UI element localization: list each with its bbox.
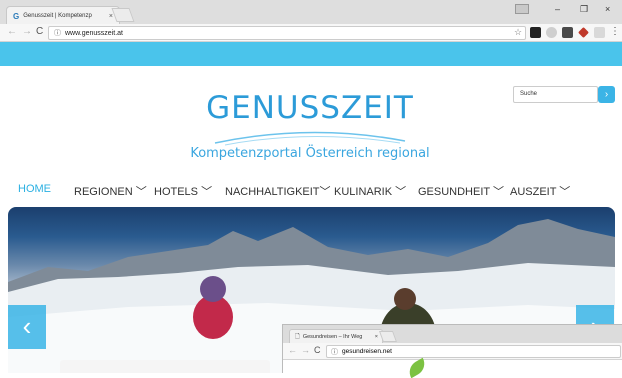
tab-title: Gesundreisen – Ihr Weg (302, 333, 363, 340)
page-content (283, 357, 622, 378)
address-bar[interactable]: ⓘ gesundreisen.net (326, 345, 621, 358)
page-icon: 🗋 (295, 333, 300, 340)
nav-item-hotels[interactable]: HOTELS ﹀ (154, 183, 212, 199)
search-input[interactable]: Suche (513, 86, 598, 103)
extension-icon[interactable] (594, 27, 605, 38)
nav-item-nachhaltigkeit[interactable]: NACHHALTIGKEIT﹀ (225, 183, 331, 199)
new-tab-button[interactable] (111, 8, 135, 22)
close-window-button[interactable]: × (605, 4, 610, 14)
site-favicon-icon: G (13, 11, 20, 21)
extension-icon[interactable] (546, 27, 557, 38)
browser-tabstrip: G Genusszeit | Kompetenzp × – ❐ × (0, 0, 622, 25)
nav-item-regionen[interactable]: REGIONEN ﹀ (74, 183, 147, 199)
profile-icon[interactable] (515, 4, 529, 14)
url-text: www.genusszeit.at (65, 29, 123, 37)
search-button[interactable]: › (598, 86, 615, 103)
nav-item-gesundheit[interactable]: GESUNDHEIT ﹀ (418, 183, 504, 199)
browser-toolbar: ← → C ⓘ gesundreisen.net (283, 343, 622, 360)
site-logo-subtitle: Kompetenzportal Österreich regional (190, 146, 430, 161)
forward-arrow-icon[interactable]: → (22, 26, 32, 37)
bookmark-star-icon[interactable]: ☆ (514, 27, 522, 38)
extension-icon[interactable] (562, 27, 573, 38)
nav-item-auszeit[interactable]: AUSZEIT ﹀ (510, 183, 570, 199)
extension-icon[interactable] (578, 27, 589, 38)
browser-toolbar: ← → C ⓘ www.genusszeit.at ☆ ⋮ (0, 24, 622, 42)
new-tab-button[interactable] (378, 331, 398, 342)
menu-icon[interactable]: ⋮ (610, 26, 620, 37)
top-color-band (0, 42, 622, 66)
info-icon[interactable]: ⓘ (54, 28, 61, 38)
nav-item-kulinarik[interactable]: KULINARIK ﹀ (334, 183, 406, 199)
reload-icon[interactable]: C (314, 345, 321, 355)
site-logo-title[interactable]: GENUSSZEIT (160, 90, 460, 126)
tab-title: Genusszeit | Kompetenzp (23, 13, 92, 19)
tab-close-icon[interactable]: × (109, 13, 113, 20)
main-navigation: HOME REGIONEN ﹀ HOTELS ﹀ NACHHALTIGKEIT﹀… (0, 183, 622, 203)
leaf-logo-icon (405, 357, 429, 378)
hero-caption-box (60, 360, 270, 373)
back-arrow-icon[interactable]: ← (7, 26, 17, 37)
logo-swoosh-icon (214, 131, 406, 146)
info-icon[interactable]: ⓘ (331, 347, 338, 357)
reload-icon[interactable]: C (36, 26, 43, 37)
maximize-button[interactable]: ❐ (580, 4, 588, 15)
forward-arrow-icon[interactable]: → (301, 345, 310, 355)
browser-tab[interactable]: 🗋 Gesundreisen – Ihr Weg × (289, 329, 383, 343)
back-arrow-icon[interactable]: ← (288, 345, 297, 355)
browser-tab[interactable]: G Genusszeit | Kompetenzp × (6, 6, 120, 25)
tab-close-icon[interactable]: × (375, 334, 378, 340)
extension-icon[interactable] (530, 27, 541, 38)
address-bar[interactable]: ⓘ www.genusszeit.at (48, 26, 526, 40)
slider-prev-button[interactable]: ‹ (8, 305, 46, 349)
nav-item-home[interactable]: HOME (18, 183, 51, 195)
second-browser-window[interactable]: 🗋 Gesundreisen – Ihr Weg × ← → C ⓘ gesun… (282, 324, 622, 378)
minimize-button[interactable]: – (555, 4, 560, 14)
url-text: gesundreisen.net (342, 348, 392, 355)
